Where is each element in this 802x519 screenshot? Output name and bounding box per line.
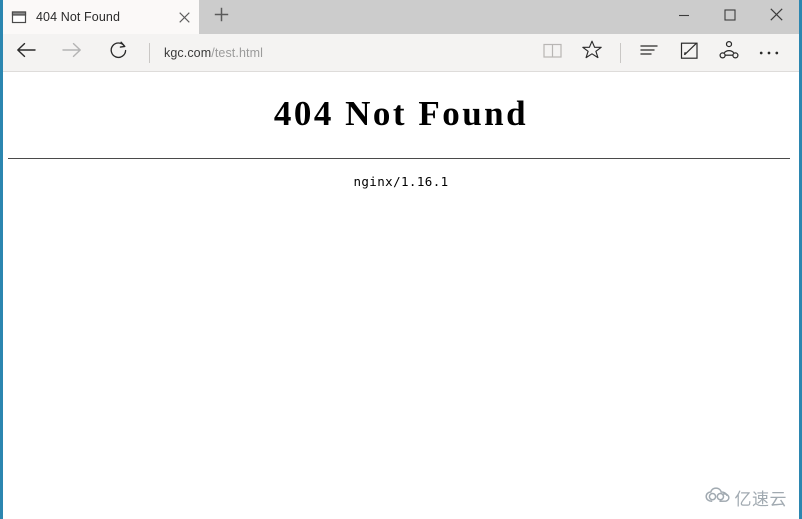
hub-icon: [638, 39, 660, 66]
watermark-text: 亿速云: [734, 490, 787, 510]
back-button[interactable]: [3, 34, 49, 72]
web-note-button[interactable]: [669, 34, 709, 72]
web-note-icon: [679, 40, 700, 66]
arrow-left-icon: [15, 39, 37, 66]
close-window-button[interactable]: [753, 0, 799, 34]
maximize-button[interactable]: [707, 0, 753, 34]
page-icon: [11, 9, 27, 25]
address-bar[interactable]: kgc.com/test.html: [158, 34, 532, 72]
browser-toolbar: kgc.com/test.html: [3, 34, 799, 72]
cloud-logo-icon: [704, 487, 731, 508]
more-icon: [758, 44, 780, 62]
forward-button[interactable]: [49, 34, 95, 72]
url-text: kgc.com/test.html: [164, 46, 263, 60]
title-bar: 404 Not Found: [3, 0, 799, 34]
maximize-icon: [724, 8, 736, 26]
toolbar-divider-left: [149, 42, 150, 63]
share-icon: [718, 39, 740, 66]
url-host: kgc.com: [164, 45, 212, 60]
refresh-button[interactable]: [95, 34, 141, 72]
window-controls: [661, 0, 799, 34]
browser-window: 404 Not Found kgc.com/test.html 404 Not …: [0, 0, 802, 519]
arrow-right-icon: [61, 39, 83, 66]
toolbar-actions: [532, 34, 799, 72]
close-window-icon: [769, 8, 783, 26]
reading-view-icon: [542, 40, 563, 66]
page-content: 404 Not Found nginx/1.16.1 亿速云: [3, 72, 799, 518]
reading-view-button[interactable]: [532, 34, 572, 72]
hub-button[interactable]: [629, 34, 669, 72]
url-path: /test.html: [211, 45, 263, 60]
toolbar-divider-right: [620, 42, 621, 63]
more-button[interactable]: [749, 34, 789, 72]
new-tab-button[interactable]: [199, 0, 243, 34]
page-title: 404 Not Found: [273, 94, 529, 133]
minimize-button[interactable]: [661, 0, 707, 34]
tab-title: 404 Not Found: [36, 10, 120, 24]
server-signature: nginx/1.16.1: [353, 174, 449, 189]
minimize-icon: [678, 8, 690, 26]
share-button[interactable]: [709, 34, 749, 72]
browser-tab[interactable]: 404 Not Found: [3, 0, 199, 34]
plus-icon: [214, 7, 229, 27]
star-icon: [581, 39, 603, 66]
close-icon[interactable]: [169, 0, 199, 34]
favorites-button[interactable]: [572, 34, 612, 72]
watermark: 亿速云: [704, 485, 788, 510]
refresh-icon: [108, 40, 129, 66]
